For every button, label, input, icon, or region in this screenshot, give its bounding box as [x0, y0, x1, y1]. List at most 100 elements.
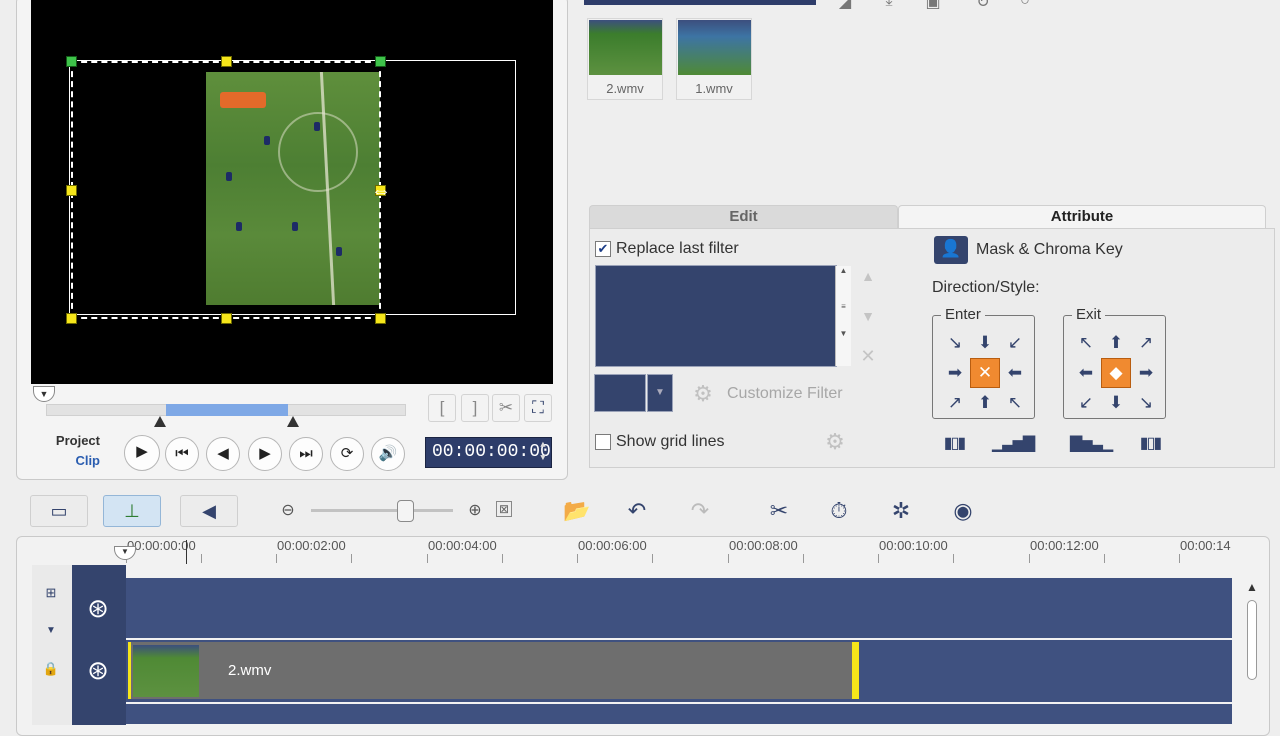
home-button[interactable]: ⏮: [165, 437, 199, 471]
enter-left-icon[interactable]: ➡: [940, 358, 970, 388]
resize-handle-bottom-right[interactable]: [375, 313, 386, 324]
mask-chroma-key-icon[interactable]: 👤: [934, 236, 968, 264]
zoom-in-icon[interactable]: ⊕: [465, 500, 485, 520]
zoom-out-icon[interactable]: ⊖: [278, 500, 298, 520]
zoom-slider-thumb[interactable]: [397, 500, 414, 522]
library-dropdown[interactable]: [584, 0, 816, 5]
resize-handle-top-right[interactable]: [375, 56, 386, 67]
title-track[interactable]: [126, 704, 1232, 724]
record-capture-icon[interactable]: ✂: [762, 495, 796, 527]
insert-media-icon[interactable]: 📂: [560, 495, 594, 527]
storyboard-view-button[interactable]: ▭: [30, 495, 88, 527]
mark-out-button[interactable]: ]: [461, 394, 489, 422]
library-clip-1[interactable]: 1.wmv: [676, 18, 752, 100]
enter-bottom-left-icon[interactable]: ↗: [940, 388, 970, 418]
undo-icon[interactable]: ↶: [620, 495, 654, 527]
folder-icon[interactable]: ◢: [830, 0, 860, 11]
zoom-slider[interactable]: [311, 509, 453, 512]
filter-list-scrollbar[interactable]: ▲ ≡ ▼: [835, 266, 851, 366]
overlay-clip-thumbnail: [133, 645, 199, 697]
audio-view-button[interactable]: ◀: [180, 495, 238, 527]
enter-bottom-icon[interactable]: ⬆: [970, 388, 1000, 418]
exit-right-icon[interactable]: ➡: [1131, 358, 1161, 388]
enter-bottom-right-icon[interactable]: ↖: [1000, 388, 1030, 418]
overlay-track-icon[interactable]: ⊛: [78, 650, 118, 690]
timeline-ruler[interactable]: 00:00:00:00 00:00:02:00 00:00:04:00 00:0…: [124, 538, 1234, 564]
circle-icon[interactable]: ○: [1010, 0, 1040, 9]
mark-in-button[interactable]: [: [428, 394, 456, 422]
cut-clip-button[interactable]: ✂: [492, 394, 520, 422]
replace-filter-checkbox[interactable]: ✔: [595, 241, 611, 257]
enter-direction-group: Enter ↘ ⬇ ↙ ➡ ✕ ⬅ ↗ ⬆ ↖: [932, 307, 1035, 419]
fade-out-bars-icon[interactable]: ▇▅▃▁: [1070, 432, 1113, 458]
clip-trim-handle[interactable]: [852, 642, 859, 699]
exit-bottom-right-icon[interactable]: ↘: [1131, 388, 1161, 418]
timecode-spinner[interactable]: ▲ ▼: [537, 439, 549, 466]
timeline-view-button[interactable]: ⊥: [103, 495, 161, 527]
resize-handle-top[interactable]: [221, 56, 232, 67]
timeline-scrollbar[interactable]: ▲: [1244, 580, 1260, 720]
import-icon[interactable]: ⤓: [874, 0, 904, 9]
exit-static-icon[interactable]: ◆: [1101, 358, 1131, 388]
resize-handle-left[interactable]: [66, 185, 77, 196]
overlay-selection-box[interactable]: [66, 56, 386, 324]
resize-handle-top-left[interactable]: [66, 56, 77, 67]
track-manager-icon[interactable]: ✲: [884, 495, 918, 527]
play-button[interactable]: ▶: [124, 435, 160, 471]
timecode-field[interactable]: 00:00:00:00 ▲ ▼: [425, 437, 552, 468]
customize-filter-button[interactable]: Customize Filter: [727, 385, 843, 403]
resize-handle-bottom-left[interactable]: [66, 313, 77, 324]
tab-attribute[interactable]: Attribute: [898, 205, 1266, 228]
video-track[interactable]: [126, 578, 1232, 638]
library-clip-2[interactable]: 2.wmv: [587, 18, 663, 100]
volume-button[interactable]: 🔊: [371, 437, 405, 471]
trim-start-marker[interactable]: [154, 416, 166, 427]
video-track-icon[interactable]: ⊛: [78, 588, 118, 628]
previous-frame-button[interactable]: ◀: [206, 437, 240, 471]
media-icon[interactable]: ▣: [918, 0, 948, 11]
repeat-button[interactable]: ⟳: [330, 437, 364, 471]
mode-clip[interactable]: Clip: [40, 453, 100, 468]
fade-out-icon[interactable]: ▮▯▮: [1134, 432, 1166, 458]
remove-filter-icon[interactable]: ✕: [858, 346, 878, 367]
exit-top-icon[interactable]: ⬆: [1101, 328, 1131, 358]
enter-right-icon[interactable]: ⬅: [1000, 358, 1030, 388]
enter-top-right-icon[interactable]: ↙: [1000, 328, 1030, 358]
resize-handle-bottom[interactable]: [221, 313, 232, 324]
enter-static-icon[interactable]: ✕: [970, 358, 1000, 388]
show-grid-checkbox[interactable]: [595, 434, 611, 450]
end-button[interactable]: ⏭: [289, 437, 323, 471]
fade-in-icon[interactable]: ▮▯▮: [938, 432, 970, 458]
filter-list[interactable]: [595, 265, 837, 367]
grid-settings-icon[interactable]: ⚙: [818, 428, 852, 458]
mask-chroma-key-label[interactable]: Mask & Chroma Key: [976, 241, 1123, 259]
fit-project-icon[interactable]: ⊠: [496, 501, 512, 517]
collapse-tracks-icon[interactable]: ▼: [36, 625, 66, 636]
lock-track-icon[interactable]: 🔒: [38, 661, 64, 681]
move-filter-down-icon[interactable]: ▼: [858, 308, 878, 324]
move-filter-up-icon[interactable]: ▲: [858, 268, 878, 284]
refresh-icon[interactable]: ↻: [968, 0, 998, 11]
tab-edit[interactable]: Edit: [589, 205, 898, 228]
track-toggle-icon[interactable]: ⊞: [36, 585, 66, 605]
exit-bottom-left-icon[interactable]: ↙: [1071, 388, 1101, 418]
enter-top-icon[interactable]: ⬇: [970, 328, 1000, 358]
filter-preset-swatch[interactable]: [594, 374, 646, 412]
exit-top-right-icon[interactable]: ↗: [1131, 328, 1161, 358]
next-frame-button[interactable]: ▶: [248, 437, 282, 471]
chapter-marker-icon[interactable]: ⏱: [822, 495, 856, 527]
fade-in-bars-icon[interactable]: ▁▃▅▇: [992, 432, 1035, 458]
filter-preset-dropdown[interactable]: ▼: [647, 374, 673, 412]
play-icon: ▶: [136, 443, 148, 460]
surround-mixer-icon[interactable]: ◉: [946, 495, 980, 527]
exit-bottom-icon[interactable]: ⬇: [1101, 388, 1131, 418]
exit-left-icon[interactable]: ⬅: [1071, 358, 1101, 388]
scrollbar-thumb[interactable]: [1247, 600, 1257, 680]
trim-end-marker[interactable]: [287, 416, 299, 427]
exit-top-left-icon[interactable]: ↖: [1071, 328, 1101, 358]
filmstrip-icon: ▭: [50, 501, 68, 521]
fullscreen-button[interactable]: ⛶: [524, 394, 552, 422]
enter-top-left-icon[interactable]: ↘: [940, 328, 970, 358]
mode-project[interactable]: Project: [40, 433, 100, 448]
redo-icon[interactable]: ↷: [683, 495, 717, 527]
